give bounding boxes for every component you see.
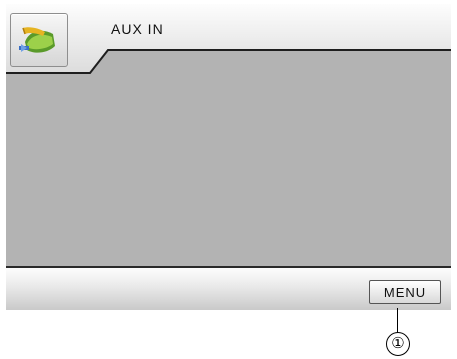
callout-number: ① xyxy=(386,332,410,356)
callout-line xyxy=(397,308,398,333)
bottom-bar: MENU xyxy=(6,266,451,310)
menu-button[interactable]: MENU xyxy=(369,280,441,304)
aux-input-plug-icon xyxy=(19,27,55,53)
header-bar xyxy=(6,4,451,74)
page-title: AUX IN xyxy=(111,21,164,37)
screen: AUX IN MENU xyxy=(6,4,451,310)
aux-mode-icon-button[interactable] xyxy=(10,13,68,67)
